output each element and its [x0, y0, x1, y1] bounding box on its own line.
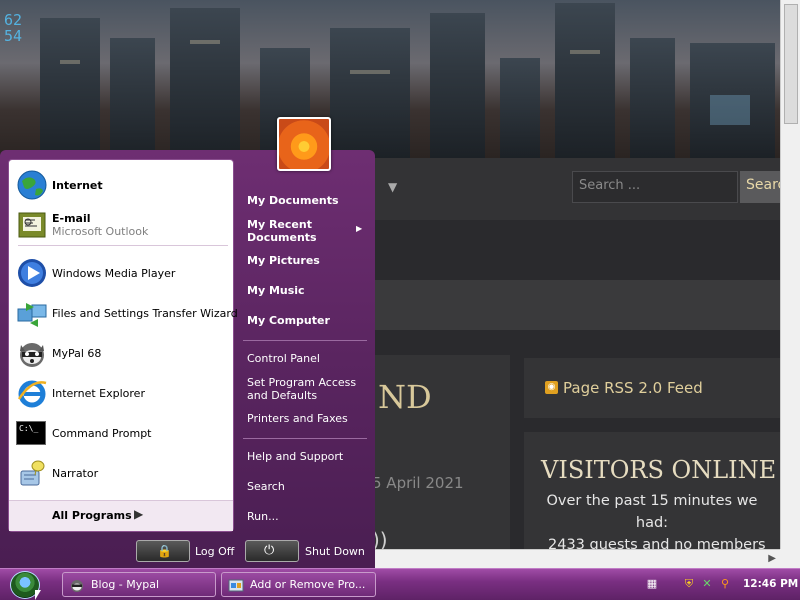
place-label: Set Program Access [247, 376, 357, 389]
program-subtitle: Microsoft Outlook [52, 225, 149, 238]
start-item-windows-media-player[interactable]: Windows Media Player [16, 256, 175, 290]
header-banner-image: 62 54 [0, 0, 780, 158]
place-my-pictures[interactable]: My Pictures [247, 254, 320, 267]
visitors-text: 2433 guests and no members [548, 537, 766, 549]
start-item-narrator[interactable]: Narrator [16, 456, 98, 490]
taskbar-clock[interactable]: 12:46 PM [743, 578, 798, 590]
email-icon [16, 209, 48, 241]
place-my-documents[interactable]: My Documents [247, 194, 339, 207]
submenu-arrow-icon: ▶ [356, 224, 363, 233]
internet-explorer-icon [16, 377, 48, 409]
transfer-wizard-icon [16, 297, 48, 329]
program-title: Windows Media Player [52, 266, 176, 280]
program-title: Command Prompt [52, 426, 152, 440]
places-divider [243, 340, 367, 341]
lock-icon: 🔒 [157, 544, 172, 558]
rss-feed-link[interactable]: Page RSS 2.0 Feed [563, 379, 703, 397]
mouse-cursor [35, 590, 41, 600]
program-title: E-mail [52, 212, 91, 225]
site-search-button[interactable]: Search [740, 171, 780, 203]
rss-icon: ◉ [545, 381, 558, 394]
article-date: 5 April 2021 [372, 474, 464, 492]
mypal-icon [16, 337, 48, 369]
place-label: My Recent [247, 218, 312, 231]
place-my-music[interactable]: My Music [247, 284, 305, 297]
all-programs-label[interactable]: All Programs [52, 509, 132, 522]
mypal-icon [69, 577, 85, 593]
network-icon[interactable]: ✕ [700, 577, 714, 591]
place-printers-faxes[interactable]: Printers and Faxes [247, 412, 348, 425]
taskbar-button-add-remove[interactable]: Add or Remove Pro... [221, 572, 376, 597]
scrollbar-corner [780, 549, 800, 568]
visitors-panel [524, 432, 780, 549]
nav-dropdown-icon[interactable]: ▼ [388, 180, 397, 194]
place-help-support[interactable]: Help and Support [247, 450, 343, 463]
all-programs-arrow-icon[interactable]: ▶ [134, 507, 143, 521]
command-prompt-icon: C:\_ [16, 421, 46, 445]
security-shield-icon[interactable]: ⛨ [682, 577, 696, 591]
globe-icon [16, 169, 48, 201]
place-set-program-access[interactable]: Set Program Access and Defaults [247, 376, 356, 402]
start-item-internet[interactable]: Internet [16, 168, 103, 202]
place-run[interactable]: Run... [247, 510, 279, 523]
visitors-text: had: [635, 515, 669, 531]
program-title: Files and Settings Transfer Wizard [52, 306, 238, 320]
banner-digits: 62 54 [4, 11, 23, 45]
start-item-internet-explorer[interactable]: Internet Explorer [16, 376, 145, 410]
visitors-title: VISITORS ONLINE [541, 456, 777, 484]
program-title: Internet Explorer [52, 386, 145, 400]
place-label: Documents [247, 231, 317, 244]
scrollbar-thumb[interactable] [784, 4, 798, 124]
visitors-text: Over the past 15 minutes we [546, 493, 758, 509]
start-item-email[interactable]: E-mail Microsoft Outlook [16, 208, 148, 242]
shut-down-label[interactable]: Shut Down [305, 545, 365, 558]
taskbar-button-label: Add or Remove Pro... [250, 578, 366, 591]
keyboard-icon[interactable]: ▦ [645, 577, 659, 591]
site-search-input[interactable]: Search ... [572, 171, 738, 203]
pinned-divider [18, 245, 228, 246]
program-title: MyPal 68 [52, 346, 102, 360]
narrator-icon [16, 457, 48, 489]
power-icon: ⏻ [264, 543, 275, 558]
program-title: Internet [52, 178, 103, 192]
place-label: and Defaults [247, 389, 318, 402]
place-my-recent-documents[interactable]: My Recent Documents [247, 218, 317, 244]
place-search[interactable]: Search [247, 480, 285, 493]
media-player-icon [16, 257, 48, 289]
add-remove-programs-icon [228, 577, 244, 593]
taskbar-button-mypal[interactable]: Blog - Mypal [62, 572, 216, 597]
browser-vertical-scrollbar[interactable] [780, 0, 800, 568]
start-item-transfer-wizard[interactable]: Files and Settings Transfer Wizard [16, 296, 238, 330]
start-item-command-prompt[interactable]: C:\_ Command Prompt [16, 416, 152, 450]
log-off-label[interactable]: Log Off [195, 545, 234, 558]
program-title: Narrator [52, 466, 99, 480]
article-heading: ND [378, 378, 432, 416]
place-my-computer[interactable]: My Computer [247, 314, 330, 327]
start-item-mypal[interactable]: MyPal 68 [16, 336, 101, 370]
search-icon[interactable]: ⚲ [718, 577, 732, 591]
scroll-right-arrow-icon[interactable]: ▶ [768, 553, 776, 564]
places-divider [243, 438, 367, 439]
user-avatar[interactable] [277, 117, 331, 171]
taskbar-button-label: Blog - Mypal [91, 578, 160, 591]
place-control-panel[interactable]: Control Panel [247, 352, 320, 365]
